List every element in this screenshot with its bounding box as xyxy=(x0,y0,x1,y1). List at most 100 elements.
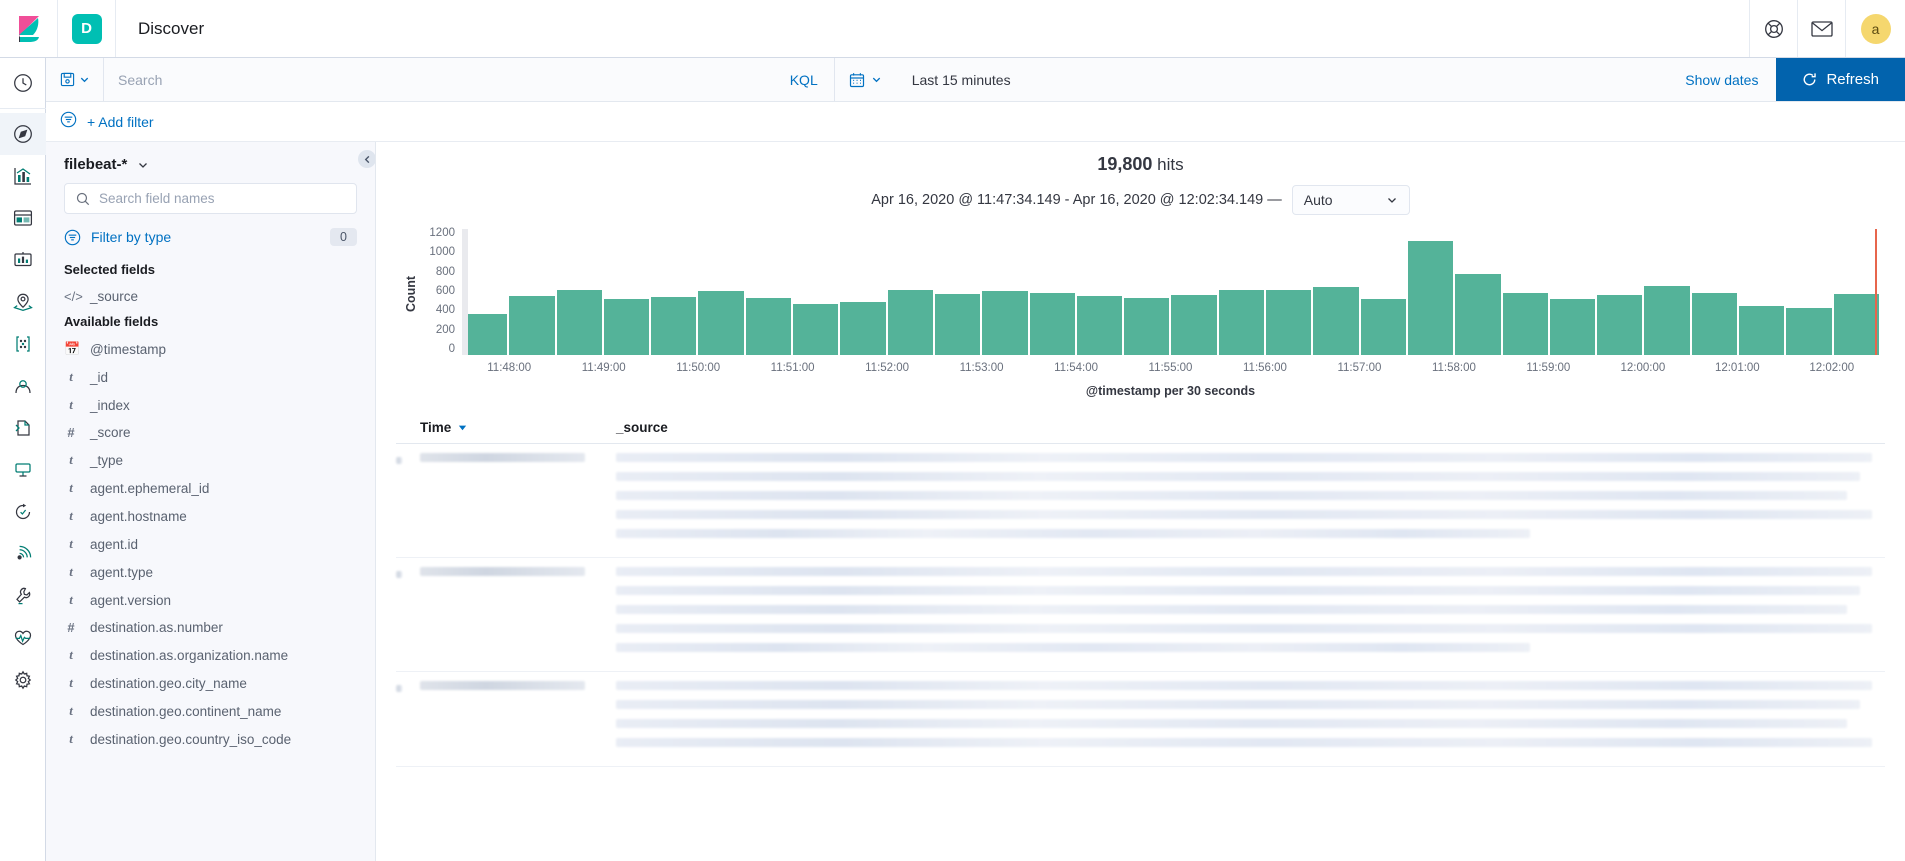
field-row[interactable]: t destination.geo.country_iso_code xyxy=(46,725,375,753)
histogram-bar[interactable] xyxy=(1739,306,1785,355)
document-rows-container xyxy=(376,444,1905,767)
help-lifebuoy-icon[interactable] xyxy=(1749,0,1797,57)
rail-item-management[interactable] xyxy=(0,659,46,701)
rail-item-machine-learning[interactable] xyxy=(0,323,46,365)
source-column-header[interactable]: _source xyxy=(616,420,1885,435)
field-row[interactable]: t _index xyxy=(46,391,375,419)
rail-item-dashboard[interactable] xyxy=(0,197,46,239)
expand-column-header xyxy=(396,420,420,435)
avatar-initial: a xyxy=(1860,13,1891,44)
field-row[interactable]: t agent.id xyxy=(46,530,375,558)
filter-by-type-row[interactable]: Filter by type 0 xyxy=(46,224,375,258)
fields-list[interactable]: Selected fields </> _source Available fie… xyxy=(46,258,375,861)
field-row[interactable]: t agent.type xyxy=(46,558,375,586)
refresh-button[interactable]: Refresh xyxy=(1776,58,1905,101)
table-row[interactable] xyxy=(396,672,1885,767)
chart-box: Count 1200 1000 800 600 400 200 0 xyxy=(402,227,1879,355)
rail-item-visualize[interactable] xyxy=(0,155,46,197)
rail-item-dev-tools[interactable] xyxy=(0,575,46,617)
field-type-number-icon: # xyxy=(67,425,75,440)
histogram-bar[interactable] xyxy=(1171,294,1217,355)
histogram-bar[interactable] xyxy=(887,290,933,355)
field-row[interactable]: t destination.geo.city_name xyxy=(46,669,375,697)
field-search-input[interactable]: Search field names xyxy=(64,183,357,214)
histogram-bar[interactable] xyxy=(934,294,981,355)
histogram-bar[interactable] xyxy=(603,298,650,355)
date-range-label[interactable]: Last 15 minutes xyxy=(895,58,1027,101)
expand-row-button[interactable] xyxy=(396,567,420,662)
histogram-bar[interactable] xyxy=(1360,298,1406,355)
field-row[interactable]: t destination.geo.continent_name xyxy=(46,697,375,725)
histogram-bar[interactable] xyxy=(840,301,886,355)
histogram-bar[interactable] xyxy=(1124,297,1170,355)
histogram-bar[interactable] xyxy=(1407,241,1454,355)
expand-row-button[interactable] xyxy=(396,453,420,548)
histogram-bar[interactable] xyxy=(1644,285,1690,355)
rail-item-logs[interactable] xyxy=(0,407,46,449)
histogram-bar[interactable] xyxy=(1833,294,1879,355)
rail-item-maps[interactable] xyxy=(0,281,46,323)
histogram-bar[interactable] xyxy=(1218,290,1265,355)
chart-plot-area[interactable] xyxy=(462,229,1879,355)
histogram-bar[interactable] xyxy=(793,304,839,355)
field-row[interactable]: # destination.as.number xyxy=(46,614,375,641)
histogram-bar[interactable] xyxy=(1502,293,1548,355)
field-type-string-icon: t xyxy=(69,508,73,523)
table-row[interactable] xyxy=(396,444,1885,558)
mail-icon[interactable] xyxy=(1797,0,1845,57)
histogram-bar[interactable] xyxy=(556,290,602,355)
calendar-icon xyxy=(849,72,864,87)
add-filter-button[interactable]: + Add filter xyxy=(87,114,154,130)
histogram-bar[interactable] xyxy=(509,295,555,355)
search-input[interactable]: Search xyxy=(104,58,774,101)
histogram-bar[interactable] xyxy=(1313,287,1359,355)
histogram-bar[interactable] xyxy=(1597,294,1643,355)
app-badge-cell[interactable]: D xyxy=(58,0,116,57)
expand-row-button[interactable] xyxy=(396,681,420,757)
rail-item-recently-viewed[interactable] xyxy=(0,62,46,104)
rail-item-metrics[interactable] xyxy=(0,449,46,491)
histogram-chart[interactable]: Count 1200 1000 800 600 400 200 0 11:48:00 11:4… xyxy=(376,217,1905,400)
rail-item-monitoring[interactable] xyxy=(0,617,46,659)
histogram-bar[interactable] xyxy=(651,296,697,355)
index-pattern-switcher[interactable]: filebeat-* xyxy=(46,142,375,183)
query-language-button[interactable]: KQL xyxy=(773,58,834,101)
rail-item-discover[interactable] xyxy=(0,113,46,155)
avatar[interactable]: a xyxy=(1845,0,1905,57)
saved-query-button[interactable] xyxy=(46,58,104,101)
field-row[interactable]: t agent.version xyxy=(46,586,375,614)
field-row[interactable]: # _score xyxy=(46,419,375,446)
date-picker-quick-menu-button[interactable] xyxy=(833,58,896,101)
histogram-bar[interactable] xyxy=(1786,308,1832,355)
field-row[interactable]: t agent.hostname xyxy=(46,502,375,530)
histogram-bar[interactable] xyxy=(982,291,1028,355)
histogram-bar[interactable] xyxy=(1455,274,1501,355)
field-row[interactable]: t agent.ephemeral_id xyxy=(46,474,375,502)
interval-select[interactable]: Auto xyxy=(1291,185,1410,215)
rail-item-uptime[interactable] xyxy=(0,533,46,575)
field-row[interactable]: t _type xyxy=(46,446,375,474)
histogram-bar[interactable] xyxy=(1076,295,1123,355)
field-row[interactable]: t destination.as.organization.name xyxy=(46,641,375,669)
histogram-bar[interactable] xyxy=(1691,293,1738,355)
filter-list-icon[interactable] xyxy=(60,111,77,133)
histogram-bar[interactable] xyxy=(1549,298,1596,355)
time-column-header[interactable]: Time xyxy=(420,420,616,435)
field-row[interactable]: 📅 @timestamp xyxy=(46,335,375,363)
field-name: destination.geo.country_iso_code xyxy=(90,731,292,747)
sidebar-collapse-button[interactable] xyxy=(358,150,375,168)
kibana-logo[interactable] xyxy=(0,0,58,57)
histogram-bar[interactable] xyxy=(698,291,744,355)
rail-item-canvas[interactable] xyxy=(0,239,46,281)
rail-item-infrastructure[interactable] xyxy=(0,365,46,407)
field-row[interactable]: t _id xyxy=(46,363,375,391)
histogram-bar[interactable] xyxy=(462,313,508,355)
table-row[interactable] xyxy=(396,558,1885,672)
histogram-bar[interactable] xyxy=(1266,290,1312,355)
histogram-bar[interactable] xyxy=(745,297,792,355)
histogram-bar[interactable] xyxy=(1029,293,1075,355)
show-dates-button[interactable]: Show dates xyxy=(1667,58,1777,101)
rail-item-apm[interactable] xyxy=(0,491,46,533)
field-row[interactable]: </> _source xyxy=(46,283,375,310)
filter-by-type-label[interactable]: Filter by type xyxy=(91,229,171,245)
